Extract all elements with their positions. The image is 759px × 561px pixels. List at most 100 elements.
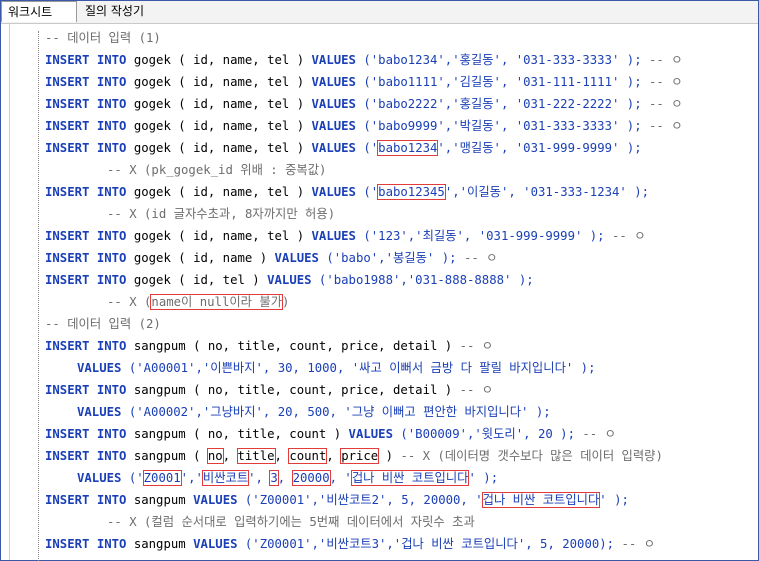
code-token: ('babo9999','박길동', '031-333-3333' ); xyxy=(355,119,650,133)
code-token: ('Z00001','비싼코트2', 5, 20000, ' xyxy=(237,493,483,507)
code-token: sangpum ( no, title, count, price, detai… xyxy=(126,383,460,397)
code-token: VALUES xyxy=(311,229,356,243)
code-line: -- X (name이 null이라 불가) xyxy=(107,292,289,312)
code-token: ',' xyxy=(180,471,203,485)
code-token: gogek ( id, name, tel ) xyxy=(126,53,312,67)
code-line: INSERT INTO sangpum ( no, title, count )… xyxy=(45,424,616,444)
code-token: gogek ( id, name, tel ) xyxy=(126,229,312,243)
code-token: ('123','최길동', '031-999-9999' ); xyxy=(355,229,612,243)
code-token: ('babo1988','031-888-8888' ); xyxy=(311,273,534,287)
code-token: ('babo2222','홍길동', '031-222-2222' ); xyxy=(355,97,650,111)
code-token: ('A00001','이쁜바지', 30, 1000, '싸고 이뻐서 금방 다… xyxy=(121,361,596,375)
code-token: -- ㅇ xyxy=(649,53,683,67)
highlighted-error-token: count xyxy=(288,448,328,464)
code-token: , xyxy=(277,471,293,485)
code-token: -- X (id 글자수초과, 8자까지만 허용) xyxy=(107,207,336,221)
editor-tab-bar: 워크시트 질의 작성기 xyxy=(1,1,758,24)
code-line: INSERT INTO gogek ( id, name, tel ) VALU… xyxy=(45,50,683,70)
code-token: -- ㅇ xyxy=(621,537,656,551)
highlighted-error-token: babo1234 xyxy=(377,140,439,156)
code-token: -- ㅇ xyxy=(463,251,498,265)
code-token: -- ㅇ xyxy=(459,339,494,353)
code-token: ','맹길동', '031-999-9999' ); xyxy=(437,141,642,155)
code-token: -- ㅇ xyxy=(649,75,683,89)
code-line: -- X (id 글자수초과, 8자까지만 허용) xyxy=(107,204,335,224)
code-line: INSERT INTO sangpum VALUES ('Z00001','비싼… xyxy=(45,534,655,554)
code-line: -- X (컬럼 순서대로 입력하기에는 5번째 데이터에서 자릿수 초과 xyxy=(107,512,475,532)
code-token: gogek ( id, tel ) xyxy=(126,273,268,287)
code-token: INSERT INTO xyxy=(45,185,127,199)
code-token: , xyxy=(274,449,290,463)
code-line: INSERT INTO gogek ( id, tel ) VALUES ('b… xyxy=(45,270,534,290)
code-token: INSERT INTO xyxy=(45,141,127,155)
code-token: VALUES xyxy=(311,53,356,67)
code-token: VALUES xyxy=(193,493,238,507)
code-token: ' ); xyxy=(599,493,629,507)
code-token: gogek ( id, name, tel ) xyxy=(126,141,312,155)
code-token: sangpum xyxy=(126,493,194,507)
code-token: VALUES xyxy=(77,471,122,485)
code-token: gogek ( id, name, tel ) xyxy=(126,119,312,133)
code-token: -- ㅇ xyxy=(582,427,616,441)
code-line: INSERT INTO gogek ( id, name ) VALUES ('… xyxy=(45,248,497,268)
code-token: VALUES xyxy=(274,251,319,265)
code-token: INSERT INTO xyxy=(45,449,127,463)
code-line: VALUES ('Z0001','비싼코트', 3, 20000, '겁나 비싼… xyxy=(77,468,498,488)
code-token: gogek ( id, name ) xyxy=(126,251,275,265)
highlighted-error-token: no xyxy=(206,448,224,464)
sql-worksheet-window: 워크시트 질의 작성기 -- 데이터 입력 (1) INSERT INTO gog… xyxy=(0,0,759,561)
code-token: VALUES xyxy=(311,119,356,133)
code-token: INSERT INTO xyxy=(45,75,127,89)
code-token: ('A00002','그냥바지', 20, 500, '그냥 이뻐고 편안한 바… xyxy=(121,405,551,419)
code-token: -- ㅇ xyxy=(612,229,646,243)
code-token: -- 데이터 입력 (1) xyxy=(45,31,161,45)
code-line: INSERT INTO gogek ( id, name, tel ) VALU… xyxy=(45,94,683,114)
code-token: ', xyxy=(248,471,271,485)
code-token: INSERT INTO xyxy=(45,119,127,133)
code-token: -- ㅇ xyxy=(649,97,683,111)
tab-worksheet[interactable]: 워크시트 xyxy=(1,1,77,22)
code-token: ('Z00001','비싼코트3','겁나 비싼 코트입니다', 5, 2000… xyxy=(237,537,622,551)
code-line: INSERT INTO gogek ( id, name, tel ) VALU… xyxy=(45,72,683,92)
code-token: (' xyxy=(355,185,379,199)
code-token: gogek ( id, name, tel ) xyxy=(126,75,312,89)
code-token: sangpum ( xyxy=(126,449,208,463)
highlighted-error-token: 3 xyxy=(269,470,279,486)
code-token: VALUES xyxy=(77,405,122,419)
code-token: VALUES xyxy=(311,97,356,111)
code-token: -- X (pk_gogek_id 위배 : 중복값) xyxy=(107,163,327,177)
code-token: -- ㅇ xyxy=(649,119,683,133)
code-line: INSERT INTO gogek ( id, name, tel ) VALU… xyxy=(45,182,649,202)
code-token: VALUES xyxy=(311,75,356,89)
code-token: ('babo1111','김길동', '031-111-1111' ); xyxy=(355,75,650,89)
code-token: INSERT INTO xyxy=(45,427,127,441)
highlighted-error-token: Z0001 xyxy=(142,470,182,486)
code-line: INSERT INTO gogek ( id, name, tel ) VALU… xyxy=(45,138,642,158)
code-token: (' xyxy=(355,141,379,155)
highlighted-error-token: title xyxy=(236,448,276,464)
code-line: -- 데이터 입력 (1) xyxy=(45,28,161,48)
code-line: INSERT INTO sangpum ( no, title, count, … xyxy=(45,446,663,466)
code-token: -- X (컬럼 순서대로 입력하기에는 5번째 데이터에서 자릿수 초과 xyxy=(107,515,475,529)
code-token: VALUES xyxy=(77,361,122,375)
code-token: VALUES xyxy=(311,185,356,199)
code-token: -- 데이터 입력 (2) xyxy=(45,317,161,331)
code-token: ('babo','봉길동' ); xyxy=(318,251,464,265)
highlighted-error-token: name이 null이라 불가 xyxy=(150,294,284,310)
highlighted-error-token: 20000 xyxy=(291,470,331,486)
code-token: INSERT INTO xyxy=(45,251,127,265)
code-token: ) xyxy=(282,295,290,309)
code-token: ('babo1234','홍길동', '031-333-3333' ); xyxy=(355,53,650,67)
highlighted-error-token: price xyxy=(340,448,380,464)
code-token: gogek ( id, name, tel ) xyxy=(126,185,312,199)
code-token: INSERT INTO xyxy=(45,229,127,243)
code-token: -- ㅇ xyxy=(459,383,494,397)
highlighted-error-token: 겁나 비싼 코트입니다 xyxy=(350,470,470,486)
code-line: INSERT INTO gogek ( id, name, tel ) VALU… xyxy=(45,226,646,246)
sql-code-editor[interactable]: -- 데이터 입력 (1) INSERT INTO gogek ( id, nam… xyxy=(1,24,758,560)
code-line: INSERT INTO gogek ( id, name, tel ) VALU… xyxy=(45,116,683,136)
tab-query-builder[interactable]: 질의 작성기 xyxy=(79,1,169,22)
code-token: , xyxy=(326,449,342,463)
highlighted-error-token: 겁나 비싼 코트입니다 xyxy=(481,492,601,508)
code-token: VALUES xyxy=(267,273,312,287)
